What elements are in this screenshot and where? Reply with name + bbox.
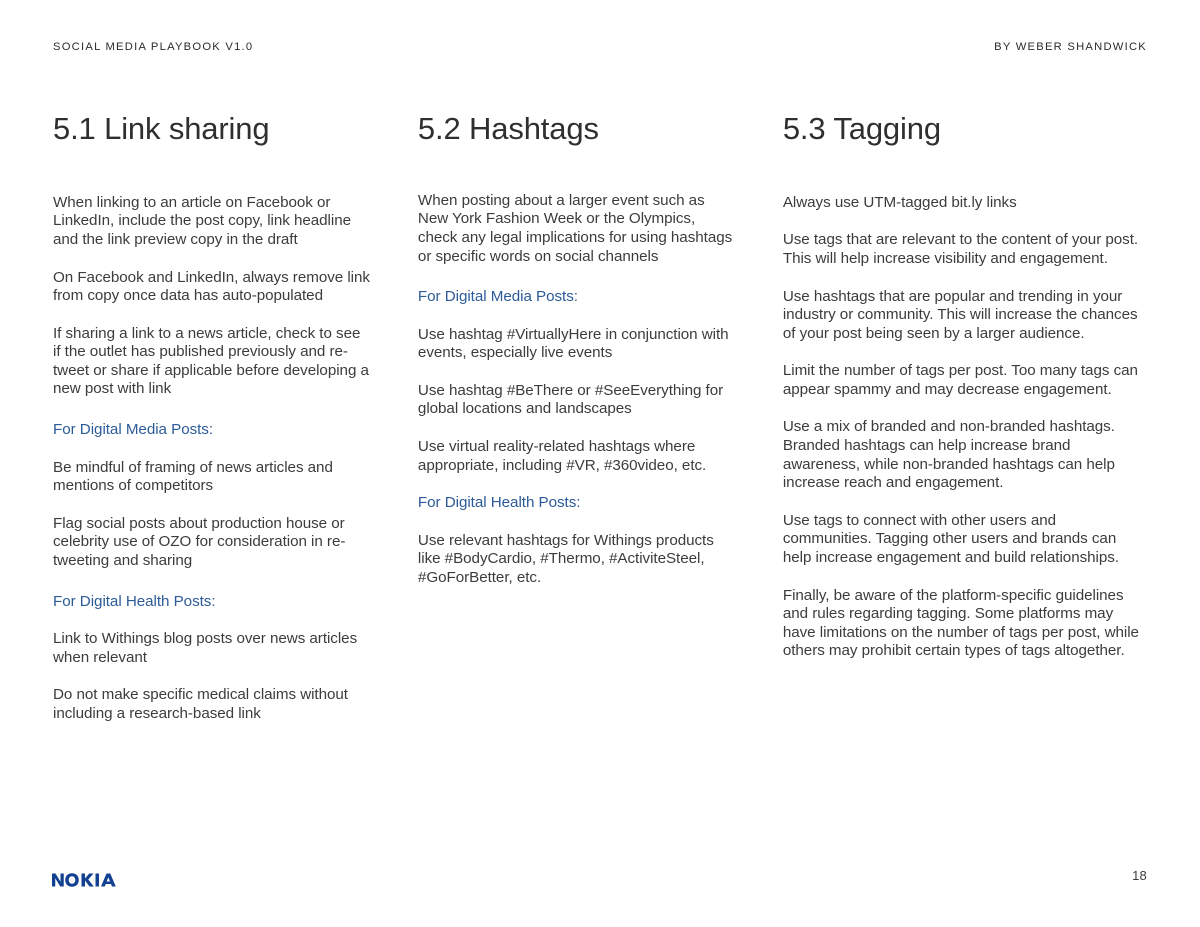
paragraph: When linking to an article on Facebook o… [53,193,351,248]
paragraph: Use a mix of branded and non-branded has… [782,418,1115,492]
paragraph: Use hashtag #VirtuallyHere in conjunctio… [417,325,729,362]
subhead-digital-media-posts: For Digital Media Posts: [417,288,578,306]
subhead-digital-health-posts: For Digital Health Posts: [417,494,581,512]
paragraph: Use virtual reality-related hashtags whe… [417,438,707,474]
column-link-sharing: 5.1 Link sharing When linking to an arti… [53,111,418,724]
paragraph: Limit the number of tags per post. Too m… [782,362,1138,398]
paragraph: Use tags to connect with other users and… [782,511,1119,567]
column-body-2: When posting about a larger event such a… [418,147,735,588]
running-head-title: SOCIAL MEDIA PLAYBOOK V1.0 [53,41,254,53]
paragraph: Link to Withings blog posts over news ar… [53,630,358,666]
content-columns: 5.1 Link sharing When linking to an arti… [53,111,1147,724]
column-body-3: Always use UTM-tagged bit.ly links Use t… [783,147,1147,661]
column-body-1: When linking to an article on Facebook o… [53,147,370,724]
subhead-digital-health-posts: For Digital Health Posts: [53,592,216,610]
paragraph: Do not make specific medical claims with… [53,686,348,722]
paragraph: Use hashtags that are popular and trendi… [782,287,1138,342]
column-hashtags: 5.2 Hashtags When posting about a larger… [417,111,783,724]
running-head: SOCIAL MEDIA PLAYBOOK V1.0 BY WEBER SHAN… [53,39,1147,55]
nokia-logo [52,873,116,887]
paragraph: Use tags that are relevant to the conten… [782,231,1139,267]
subhead-digital-media-posts: For Digital Media Posts: [53,421,214,439]
section-heading-5-3: 5.3 Tagging [782,111,941,146]
paragraph: Flag social posts about production house… [53,514,346,570]
document-page: SOCIAL MEDIA PLAYBOOK V1.0 BY WEBER SHAN… [0,0,1200,927]
running-head-attribution: BY WEBER SHANDWICK [994,41,1147,53]
section-heading-5-1: 5.1 Link sharing [53,111,270,146]
paragraph: On Facebook and LinkedIn, always remove … [53,268,370,305]
paragraph: When posting about a larger event such a… [417,191,733,265]
page-number: 18 [1132,868,1147,883]
column-tagging: 5.3 Tagging Always use UTM-tagged bit.ly… [782,111,1147,724]
paragraph: If sharing a link to a news article, che… [53,324,369,398]
section-heading-5-2: 5.2 Hashtags [417,111,599,146]
paragraph: Use hashtag #BeThere or #SeeEverything f… [417,381,724,418]
page-footer: 18 [0,837,1200,927]
paragraph: Finally, be aware of the platform-specif… [782,586,1139,660]
paragraph: Use relevant hashtags for Withings produ… [417,531,714,587]
paragraph: Always use UTM-tagged bit.ly links [782,193,1017,211]
paragraph: Be mindful of framing of news articles a… [53,458,333,495]
